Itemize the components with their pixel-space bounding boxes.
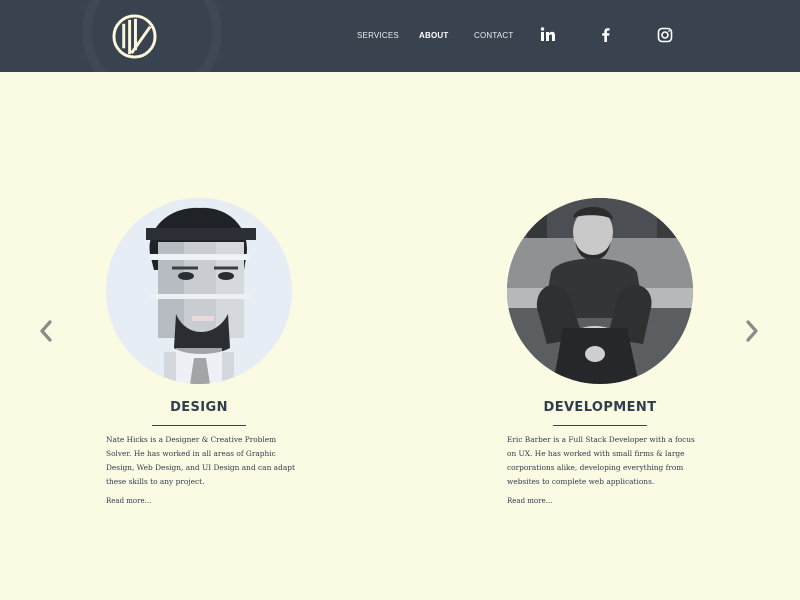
circle-slash-logo-icon[interactable] — [111, 13, 158, 60]
developer-photo — [507, 198, 693, 384]
instagram-icon[interactable] — [656, 26, 674, 44]
read-more-link-development[interactable]: Read more... — [507, 497, 552, 505]
designer-photo — [106, 198, 292, 384]
title-underline — [152, 425, 246, 426]
nav-contact[interactable]: CONTACT — [474, 31, 513, 40]
site-header: SERVICES ABOUT CONTACT — [0, 0, 800, 72]
nav-about[interactable]: ABOUT — [419, 31, 448, 40]
read-more-link-design[interactable]: Read more... — [106, 497, 151, 505]
nav-services[interactable]: SERVICES — [357, 31, 399, 40]
title-underline — [553, 425, 647, 426]
card-text-development: Eric Barber is a Full Stack Developer wi… — [507, 435, 695, 486]
developer-portrait-image — [507, 198, 693, 384]
chevron-left-icon[interactable] — [38, 319, 54, 343]
chevron-right-icon[interactable] — [744, 319, 760, 343]
card-text-design: Nate Hicks is a Designer & Creative Prob… — [106, 435, 295, 486]
designer-portrait-image — [106, 198, 292, 384]
linkedin-icon[interactable] — [539, 26, 557, 44]
card-title-design: DESIGN — [170, 400, 228, 415]
card-title-development: DEVELOPMENT — [543, 400, 657, 415]
facebook-icon[interactable] — [597, 26, 615, 44]
